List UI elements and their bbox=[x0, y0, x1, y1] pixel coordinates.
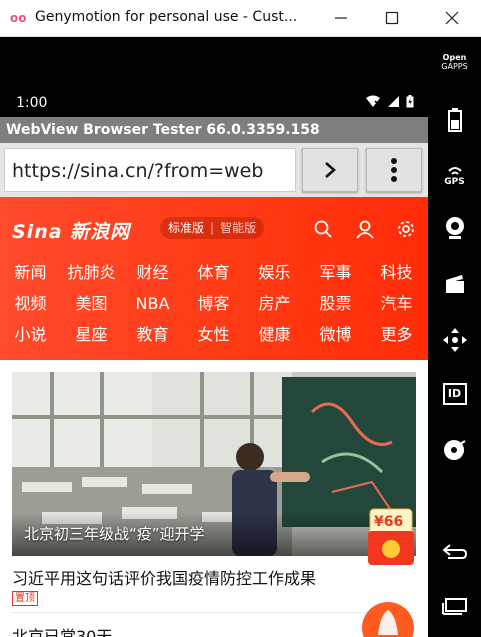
back-arrow-icon bbox=[441, 544, 467, 559]
recent-apps-icon bbox=[441, 598, 467, 615]
more-vertical-icon bbox=[391, 158, 397, 182]
nav-item[interactable]: 星座 bbox=[61, 319, 122, 350]
id-icon: ID bbox=[442, 383, 467, 405]
identifiers-tool-button[interactable]: ID bbox=[428, 379, 481, 409]
nav-item[interactable]: 军事 bbox=[305, 257, 366, 288]
red-packet-ad[interactable]: ¥66 bbox=[366, 505, 416, 567]
gps-tool-button[interactable]: GPS bbox=[428, 159, 481, 193]
nav-item[interactable]: 股票 bbox=[305, 288, 366, 319]
sina-logo[interactable]: Sina 新浪网 bbox=[12, 217, 130, 244]
screencast-tool-button[interactable] bbox=[428, 269, 481, 299]
recent-apps-button[interactable] bbox=[428, 593, 481, 619]
nav-item[interactable]: 教育 bbox=[122, 319, 183, 350]
genymotion-toolbar: Open GAPPS GPS ID bbox=[428, 37, 481, 637]
battery-tool-button[interactable] bbox=[428, 105, 481, 135]
nav-item[interactable]: 健康 bbox=[244, 319, 305, 350]
news-feed: 北京初三年级战“疫”迎开学 ¥66 习近平用这句话评价我国疫情防控工作成果 置顶… bbox=[0, 360, 428, 637]
nav-row: 视频 美图 NBA 博客 房产 股票 汽车 bbox=[0, 288, 428, 319]
clapperboard-icon bbox=[445, 275, 464, 293]
nav-item[interactable]: NBA bbox=[122, 288, 183, 319]
nav-item[interactable]: 抗肺炎 bbox=[61, 257, 122, 288]
close-icon bbox=[445, 11, 459, 25]
signal-icon bbox=[388, 96, 399, 107]
version-separator: | bbox=[210, 221, 215, 235]
ad-amount: ¥66 bbox=[374, 514, 404, 530]
android-status-bar: 1:00 bbox=[0, 37, 428, 117]
battery-icon bbox=[406, 95, 414, 108]
channel-nav: 新闻 抗肺炎 财经 体育 娱乐 军事 科技 视频 美图 NBA 博客 房产 股票… bbox=[0, 257, 428, 350]
version-smart[interactable]: 智能版 bbox=[220, 217, 256, 239]
disk-tool-button[interactable] bbox=[428, 435, 481, 465]
nav-item[interactable]: 视频 bbox=[0, 288, 61, 319]
headline-link[interactable]: 习近平用这句话评价我国疫情防控工作成果 bbox=[12, 565, 316, 589]
open-gapps-label-2: GAPPS bbox=[441, 62, 468, 71]
open-gapps-button[interactable]: Open GAPPS bbox=[428, 53, 481, 71]
genymotion-app-icon: oo bbox=[10, 11, 27, 25]
maximize-button[interactable] bbox=[372, 4, 412, 32]
close-button[interactable] bbox=[432, 4, 472, 32]
nav-item[interactable]: 美图 bbox=[61, 288, 122, 319]
webcam-tool-button[interactable] bbox=[428, 213, 481, 243]
nav-item[interactable]: 更多 bbox=[366, 319, 427, 350]
nav-item[interactable]: 小说 bbox=[0, 319, 61, 350]
nav-row: 新闻 抗肺炎 财经 体育 娱乐 军事 科技 bbox=[0, 257, 428, 288]
version-standard[interactable]: 标准版 bbox=[168, 217, 204, 239]
url-row: https://sina.cn/?from=web bbox=[0, 143, 428, 197]
search-icon[interactable] bbox=[313, 219, 333, 239]
go-button[interactable] bbox=[302, 148, 358, 192]
pinned-tag: 置顶 bbox=[12, 591, 38, 606]
open-gapps-label-1: Open bbox=[442, 53, 467, 62]
id-label: ID bbox=[447, 387, 462, 400]
window-titlebar: oo Genymotion for personal use - Cust... bbox=[0, 0, 481, 37]
device-screen: 1:00 WebView Browser Tester 66.0.3359.15… bbox=[0, 37, 428, 637]
minimize-icon bbox=[335, 17, 347, 19]
nav-item[interactable]: 女性 bbox=[183, 319, 244, 350]
dpad-tool-button[interactable] bbox=[428, 325, 481, 355]
gps-icon bbox=[447, 167, 462, 175]
chevron-right-icon bbox=[325, 162, 336, 178]
nav-item[interactable]: 科技 bbox=[366, 257, 427, 288]
maximize-icon bbox=[385, 11, 399, 25]
overflow-menu-button[interactable] bbox=[366, 148, 422, 192]
app-title-bar: WebView Browser Tester 66.0.3359.158 bbox=[0, 117, 428, 143]
gps-label: GPS bbox=[444, 177, 465, 187]
nav-item[interactable]: 新闻 bbox=[0, 257, 61, 288]
status-icons bbox=[365, 95, 414, 108]
nav-item[interactable]: 体育 bbox=[183, 257, 244, 288]
hero-image[interactable]: 北京初三年级战“疫”迎开学 bbox=[12, 372, 416, 556]
nav-item[interactable]: 博客 bbox=[183, 288, 244, 319]
version-switch[interactable]: 标准版 | 智能版 bbox=[160, 217, 265, 239]
hero-caption: 北京初三年级战“疫”迎开学 bbox=[24, 525, 205, 543]
user-icon[interactable] bbox=[355, 219, 375, 239]
float-promo-icon[interactable] bbox=[360, 600, 416, 637]
nav-item[interactable]: 娱乐 bbox=[244, 257, 305, 288]
dpad-icon bbox=[442, 328, 467, 352]
battery-tool-icon bbox=[447, 108, 462, 132]
disk-icon bbox=[443, 440, 466, 460]
nav-row: 小说 星座 教育 女性 健康 微博 更多 bbox=[0, 319, 428, 350]
minimize-button[interactable] bbox=[321, 4, 361, 32]
window-title: Genymotion for personal use - Cust... bbox=[35, 9, 298, 25]
status-time: 1:00 bbox=[16, 95, 48, 111]
gear-icon[interactable] bbox=[396, 219, 416, 239]
headline-link[interactable]: 北京已常30天 bbox=[12, 622, 112, 637]
nav-item[interactable]: 微博 bbox=[305, 319, 366, 350]
nav-item[interactable]: 财经 bbox=[122, 257, 183, 288]
sina-header: Sina 新浪网 标准版 | 智能版 新闻 抗肺炎 财经 体育 娱乐 军事 科技… bbox=[0, 197, 428, 360]
nav-item[interactable]: 房产 bbox=[244, 288, 305, 319]
list-divider bbox=[12, 612, 416, 613]
wifi-off-icon bbox=[366, 95, 381, 107]
url-input[interactable]: https://sina.cn/?from=web bbox=[4, 148, 296, 192]
webcam-icon bbox=[445, 217, 464, 239]
nav-item[interactable]: 汽车 bbox=[366, 288, 427, 319]
back-button[interactable] bbox=[428, 539, 481, 565]
